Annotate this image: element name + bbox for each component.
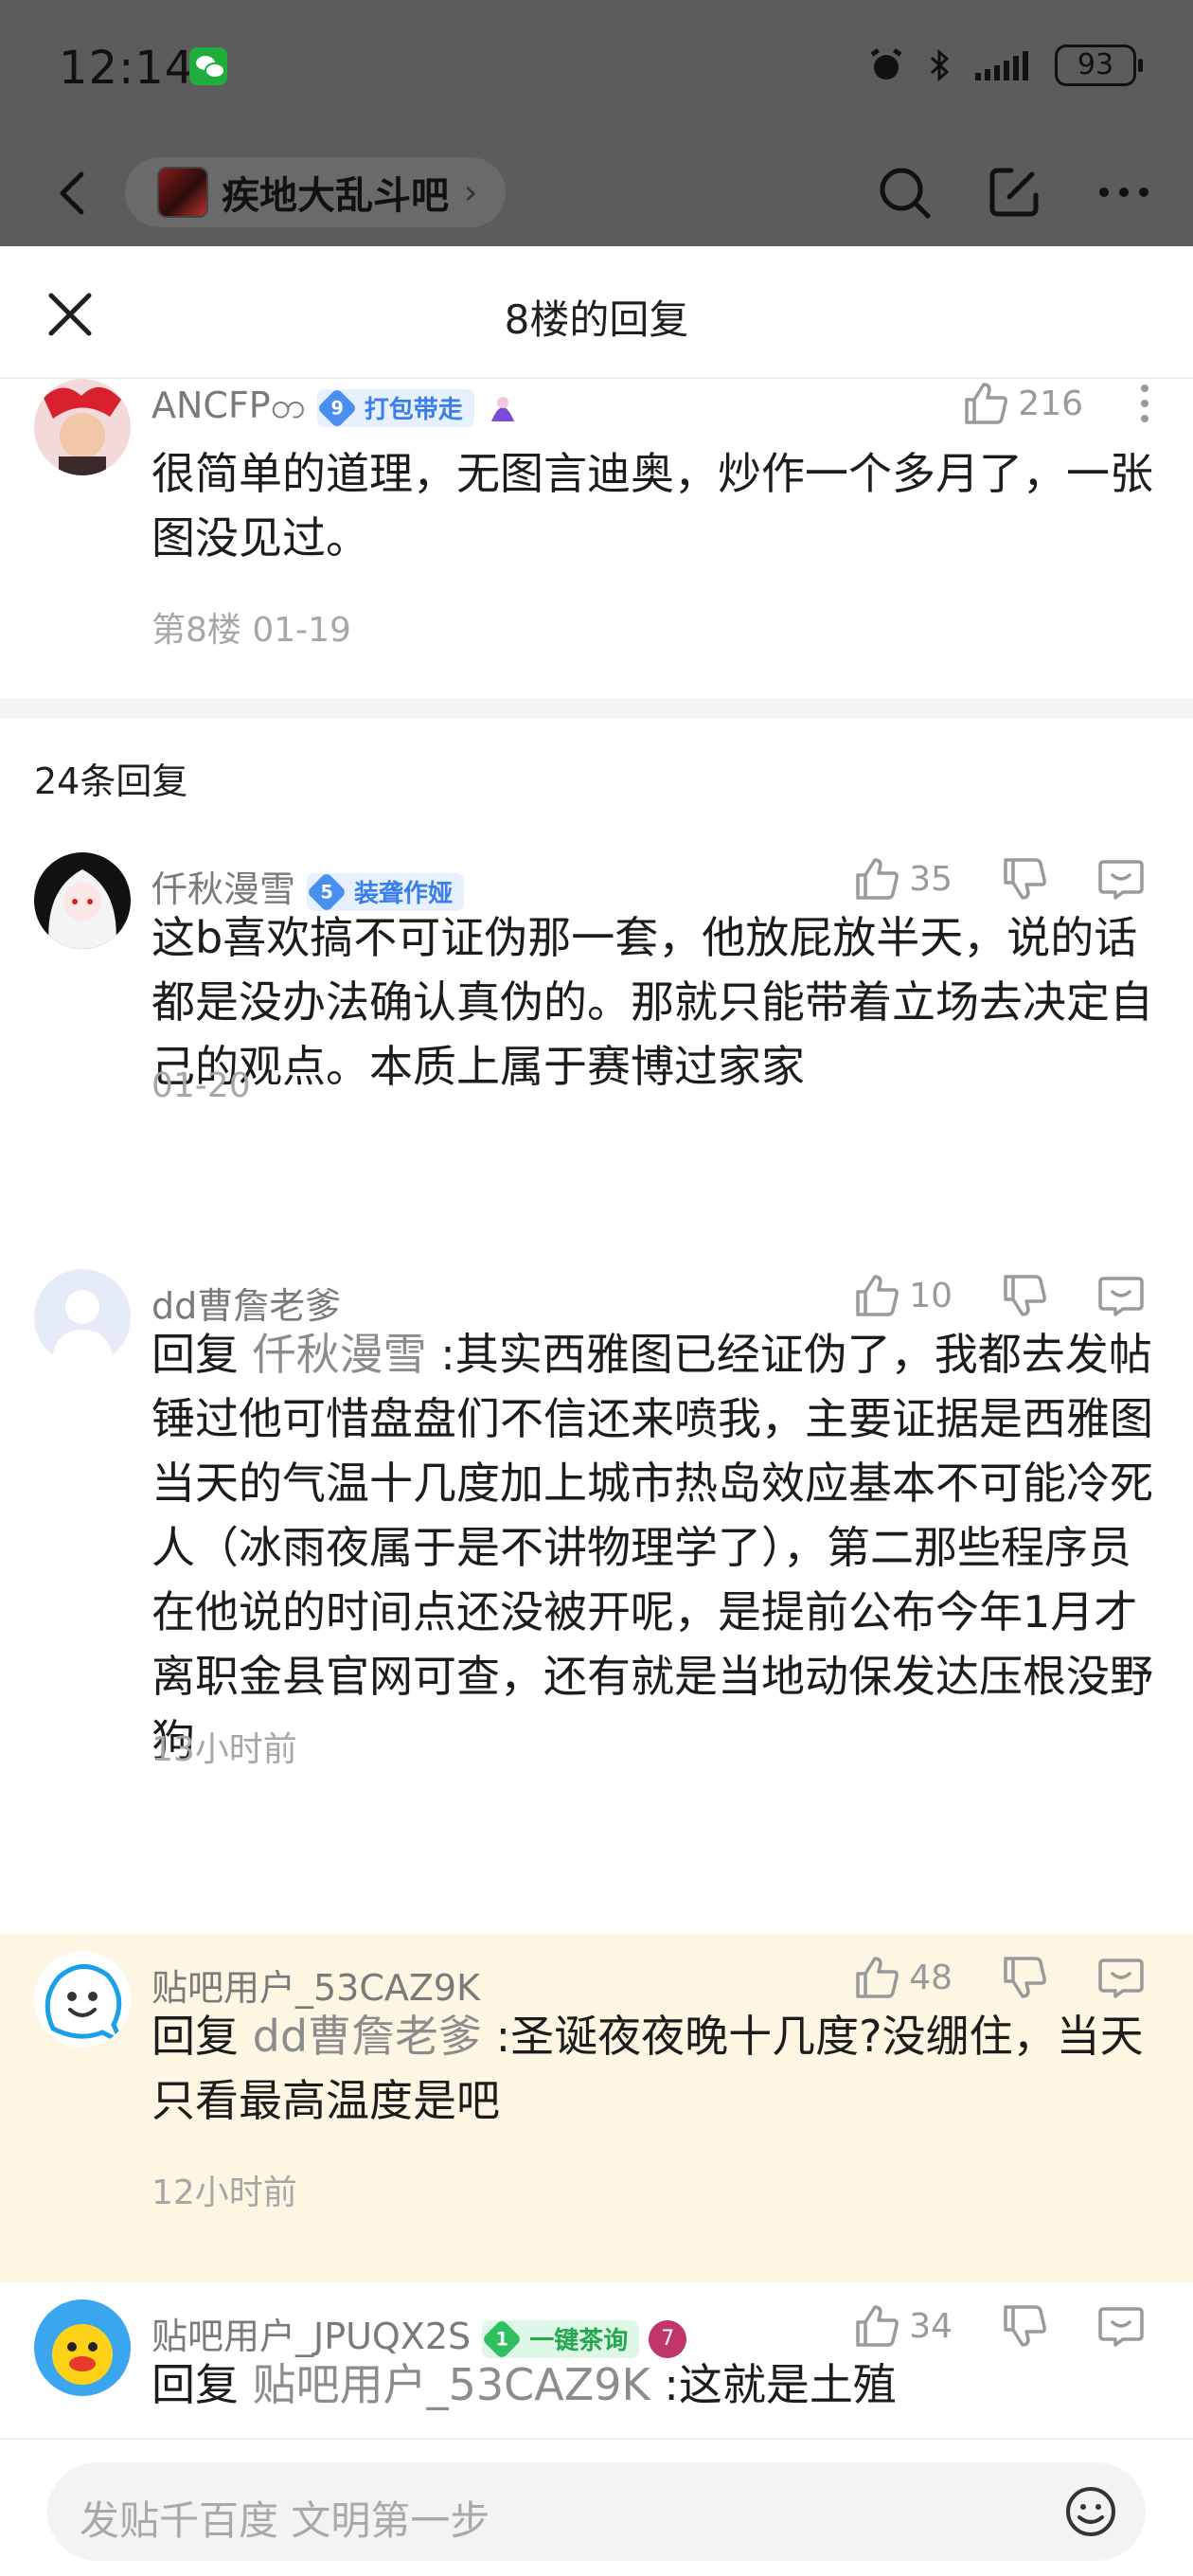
composer-bar: 发贴千百度 文明第一步 xyxy=(0,2438,1193,2576)
reply-actions: 10 xyxy=(852,1271,1146,1320)
like-count: 10 xyxy=(909,1276,953,1315)
forum-pill[interactable]: 疾地大乱斗吧 › xyxy=(125,157,507,227)
forum-name: 疾地大乱斗吧 xyxy=(222,174,449,218)
wechat-icon xyxy=(189,47,227,85)
level-number: 1 xyxy=(495,2328,508,2350)
reply-content: 回复 贴吧用户_53CAZ9K :这就是土殖 xyxy=(151,2352,1155,2417)
like-count: 35 xyxy=(909,859,953,899)
comment-icon[interactable] xyxy=(1096,1953,1146,2002)
like-count: 216 xyxy=(1018,384,1083,423)
thumbs-down-icon[interactable] xyxy=(1000,2301,1049,2351)
like-button[interactable]: 10 xyxy=(852,1271,953,1320)
avatar[interactable] xyxy=(34,852,131,949)
comment-icon[interactable] xyxy=(1096,2301,1146,2351)
alarm-icon xyxy=(870,48,902,80)
thumbs-up-icon xyxy=(856,2305,899,2347)
badge-label: 打包带走 xyxy=(364,396,463,424)
reply-text: :其实西雅图已经证伪了，我都去发帖锤过他可惜盘盘们不信还来喷我，主要证据是西雅图… xyxy=(151,1329,1153,1766)
reply-meta: 12小时前 xyxy=(151,2174,297,2212)
edit-icon[interactable] xyxy=(983,161,1045,224)
status-time: 12:14 xyxy=(59,42,195,95)
status-icons: 93 xyxy=(867,42,1143,89)
username-text: 贴吧用户_JPUQX2S xyxy=(151,2316,472,2357)
reply-input[interactable]: 发贴千百度 文明第一步 xyxy=(47,2462,1146,2561)
input-placeholder: 发贴千百度 文明第一步 xyxy=(80,2497,490,2544)
signal-icon xyxy=(975,51,1028,80)
nav-actions xyxy=(873,161,1155,224)
like-count: 48 xyxy=(909,1958,953,1997)
post-content: 很简单的道理，无图言迪奥，炒作一个多月了，一张图没见过。 xyxy=(151,448,1153,564)
reply-meta: 13小时前 xyxy=(151,1730,297,1769)
reply-content: 这b喜欢搞不可证伪那一套，他放屁放半天，说的话都是没办法确认真伪的。那就只能带着… xyxy=(151,912,1153,1092)
section-divider xyxy=(0,699,1193,718)
username-text: ANCFPတ xyxy=(151,385,306,426)
emoji-icon[interactable] xyxy=(1062,2483,1119,2540)
username-text: 仟秋漫雪 xyxy=(151,868,296,910)
comment-icon[interactable] xyxy=(1096,854,1146,903)
thumbs-up-icon xyxy=(856,1275,899,1316)
reply-actions: 35 xyxy=(852,854,1146,903)
sheet-title: 8楼的回复 xyxy=(504,296,689,343)
like-count: 34 xyxy=(909,2306,953,2346)
reply-target-user[interactable]: dd曹詹老爹 xyxy=(253,2011,482,2062)
username[interactable]: 仟秋漫雪 5 装聋作娅 xyxy=(151,860,465,912)
thumbs-down-icon[interactable] xyxy=(1000,1953,1049,2002)
username[interactable]: dd曹詹老爹 xyxy=(151,1277,341,1329)
battery-icon: 93 xyxy=(1055,45,1143,86)
more-icon[interactable] xyxy=(1093,161,1155,224)
reply-content: 回复 仟秋漫雪 :其实西雅图已经证伪了，我都去发帖锤过他可惜盘盘们不信还来喷我，… xyxy=(151,1322,1155,1773)
back-arrow-icon[interactable] xyxy=(45,165,102,222)
thumbs-up-icon xyxy=(965,383,1008,424)
like-button[interactable]: 35 xyxy=(852,854,953,903)
username[interactable]: 贴吧用户_53CAZ9K xyxy=(151,1959,480,2011)
comment-icon[interactable] xyxy=(1096,1271,1146,1320)
level-number: 5 xyxy=(320,881,333,903)
bluetooth-icon xyxy=(930,48,950,82)
reply-prefix: 回复 xyxy=(151,1329,239,1380)
search-icon[interactable] xyxy=(873,161,935,224)
username[interactable]: 贴吧用户_JPUQX2S 1 一键茶询 7 xyxy=(151,2307,687,2359)
thumbs-down-icon[interactable] xyxy=(1000,854,1049,903)
level-number: 9 xyxy=(330,397,344,419)
reply-target-user[interactable]: 贴吧用户_53CAZ9K xyxy=(253,2359,650,2410)
thumbs-up-icon xyxy=(856,858,899,900)
chevron-right-icon: › xyxy=(464,172,478,212)
floor-actions: 216 xyxy=(961,379,1159,428)
more-vertical-icon[interactable] xyxy=(1131,379,1159,428)
forum-avatar xyxy=(157,167,208,218)
post-meta: 第8楼 01-19 xyxy=(151,611,351,650)
status-bar: 12:14 93 xyxy=(0,0,1193,142)
reply-text: :这就是土殖 xyxy=(664,2359,897,2410)
avatar[interactable] xyxy=(34,379,131,475)
reply-count: 24条回复 xyxy=(34,760,188,802)
user-badge: 9 打包带走 xyxy=(316,387,474,428)
thumbs-up-icon xyxy=(856,1957,899,1998)
avatar[interactable] xyxy=(34,2299,131,2396)
reply-content: 回复 dd曹詹老爹 :圣诞夜夜晚十几度?没绷住，当天只看最高温度是吧 xyxy=(151,2004,1155,2133)
thumbs-down-icon[interactable] xyxy=(1000,1271,1049,1320)
like-button[interactable]: 216 xyxy=(961,379,1083,428)
reply-target-user[interactable]: 仟秋漫雪 xyxy=(253,1329,427,1380)
like-button[interactable]: 34 xyxy=(852,2301,953,2351)
badge-label: 装聋作娅 xyxy=(354,880,454,908)
reply-prefix: 回复 xyxy=(151,2359,239,2410)
username[interactable]: ANCFPတ 9 打包带走 xyxy=(151,383,522,436)
medal-icon xyxy=(490,396,514,421)
badge-label: 一键茶询 xyxy=(529,2327,629,2355)
reply-sheet: 8楼的回复 ANCFPတ 9 打包带走 216 很简单的道理，无图言迪奥，炒作一个多… xyxy=(0,246,1193,2576)
background-app-overlay: 12:14 93 疾地大乱斗吧 › xyxy=(0,0,1193,246)
reply-actions: 34 xyxy=(852,2301,1146,2351)
reply-meta: 01-20 xyxy=(151,1066,251,1105)
avatar[interactable] xyxy=(34,1269,131,1366)
like-button[interactable]: 48 xyxy=(852,1953,953,2002)
sheet-header: 8楼的回复 xyxy=(0,246,1193,379)
reply-actions: 48 xyxy=(852,1953,1146,2002)
reply-prefix: 回复 xyxy=(151,2011,239,2062)
forum-nav-bar: 疾地大乱斗吧 › xyxy=(0,142,1193,246)
avatar[interactable] xyxy=(34,1951,131,2048)
